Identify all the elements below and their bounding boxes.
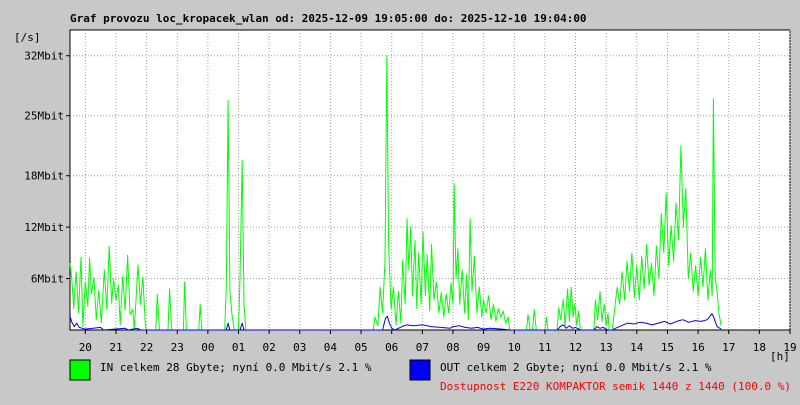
x-tick-label: 21 xyxy=(109,341,122,354)
x-tick-label: 20 xyxy=(79,341,92,354)
x-tick-label: 22 xyxy=(140,341,153,354)
legend-out-text: OUT celkem 2 Gbyte; nyní 0.0 Mbit/s 2.1 … xyxy=(440,361,712,374)
x-tick-label: 05 xyxy=(354,341,367,354)
x-tick-label: 17 xyxy=(722,341,735,354)
legend-in-swatch xyxy=(69,359,91,381)
availability-text: Dostupnost E220 KOMPAKTOR semik 1440 z 1… xyxy=(440,380,791,393)
x-tick-label: 10 xyxy=(508,341,521,354)
x-tick-label: 18 xyxy=(753,341,766,354)
traffic-graph-window: 20 21 22 23 00 01 02 03 04 05 06 07 08 09 10 11 12 13 14 15… xyxy=(0,0,800,400)
y-tick-label: 32Mbit xyxy=(24,50,64,63)
x-tick-label: 06 xyxy=(385,341,398,354)
y-tick-label: 18Mbit xyxy=(24,170,64,183)
legend-out-swatch xyxy=(409,359,431,381)
x-tick-label: 23 xyxy=(171,341,184,354)
x-tick-label: 15 xyxy=(661,341,674,354)
chart-title: Graf provozu loc_kropacek_wlan od: 2025-… xyxy=(70,12,587,25)
x-tick-label: 16 xyxy=(691,341,704,354)
x-tick-label: 09 xyxy=(477,341,490,354)
x-tick-label: 11 xyxy=(538,341,551,354)
x-tick-label: 02 xyxy=(263,341,276,354)
y-axis-label: [/s] xyxy=(14,31,41,44)
x-tick-label: 00 xyxy=(201,341,214,354)
x-tick-label: 08 xyxy=(446,341,459,354)
y-tick-label: 6Mbit xyxy=(31,273,64,286)
x-tick-label: 07 xyxy=(416,341,429,354)
x-tick-label: 01 xyxy=(232,341,245,354)
x-tick-label: 13 xyxy=(600,341,613,354)
x-axis-unit-label: [h] xyxy=(770,350,790,363)
legend: IN celkem 28 Gbyte; nyní 0.0 Mbit/s 2.1 … xyxy=(69,359,791,393)
legend-in-text: IN celkem 28 Gbyte; nyní 0.0 Mbit/s 2.1 … xyxy=(100,361,372,374)
x-tick-label: 03 xyxy=(293,341,306,354)
traffic-chart: 20 21 22 23 00 01 02 03 04 05 06 07 08 09 10 11 12 13 14 15… xyxy=(14,12,797,393)
x-tick-label: 14 xyxy=(630,341,644,354)
y-tick-label: 12Mbit xyxy=(24,221,64,234)
x-tick-label: 12 xyxy=(569,341,582,354)
x-tick-label: 04 xyxy=(324,341,338,354)
y-tick-label: 25Mbit xyxy=(24,110,64,123)
